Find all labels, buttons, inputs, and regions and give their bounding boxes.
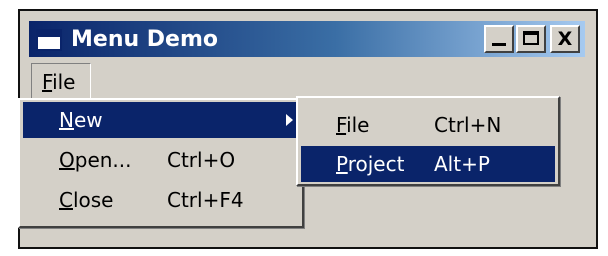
submenu-item-label: Project [336, 152, 405, 176]
menu-item-label: New [59, 108, 103, 132]
menu-item-label: Close [59, 188, 114, 212]
submenu-item-shortcut: Alt+P [434, 152, 490, 176]
close-icon: X [557, 28, 573, 50]
maximize-icon [523, 31, 539, 45]
close-button[interactable]: X [550, 25, 580, 53]
submenu-item-file[interactable]: File Ctrl+N [301, 107, 555, 143]
title-bar[interactable]: Menu Demo X [29, 21, 585, 57]
file-menu: New Open... Ctrl+O Close Ctrl+F4 [18, 98, 304, 228]
submenu-item-project[interactable]: Project Alt+P [301, 146, 555, 182]
menu-item-close[interactable]: Close Ctrl+F4 [23, 182, 299, 218]
menu-item-open[interactable]: Open... Ctrl+O [23, 142, 299, 178]
menu-item-label: Open... [59, 148, 132, 172]
submenu-arrow-icon [286, 114, 293, 126]
window-title: Menu Demo [71, 27, 219, 52]
menubar-file-label: File [42, 70, 76, 94]
minimize-icon [492, 43, 506, 46]
app-window-icon[interactable] [36, 29, 62, 51]
maximize-button[interactable] [516, 25, 546, 53]
menu-item-shortcut: Ctrl+O [167, 148, 236, 172]
menu-item-new[interactable]: New [23, 102, 299, 138]
submenu-item-shortcut: Ctrl+N [434, 113, 502, 137]
minimize-button[interactable] [484, 25, 514, 53]
menubar-file[interactable]: File [31, 63, 91, 101]
menu-item-shortcut: Ctrl+F4 [167, 188, 244, 212]
new-submenu: File Ctrl+N Project Alt+P [296, 96, 560, 186]
submenu-item-label: File [336, 113, 370, 137]
